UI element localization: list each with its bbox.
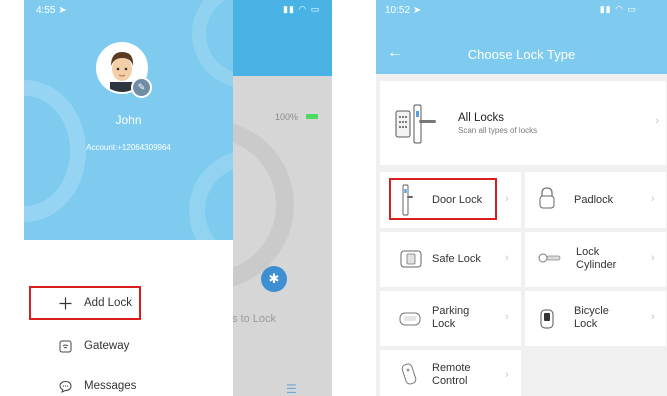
all-locks-card[interactable]: All Locks Scan all types of locks › — [380, 81, 666, 165]
chevron-right-icon: › — [651, 252, 655, 264]
status-icons: ▮▮ ◠ ▭ — [283, 4, 321, 14]
lock-type-label: Lock Cylinder — [576, 246, 617, 271]
lock-type-label: Safe Lock — [432, 253, 481, 265]
bluetooth-icon: ✱ — [261, 266, 287, 292]
menu-item-messages[interactable]: Messages — [58, 375, 218, 396]
remote-control-icon — [401, 363, 417, 385]
lock-type-safe-lock[interactable]: Safe Lock › — [380, 232, 521, 287]
lock-type-remote-control[interactable]: Remote Control › — [380, 350, 521, 396]
lock-type-bicycle-lock[interactable]: Bicycle Lock › — [525, 291, 666, 346]
left-phone-screen: 100% ✱ s to Lock ☰ 4:55 ➤ ✎ John Account… — [24, 0, 332, 396]
location-arrow-icon: ➤ — [412, 5, 422, 16]
status-time: 10:52 ➤ — [385, 5, 422, 16]
gateway-icon — [58, 339, 72, 353]
chevron-right-icon: › — [505, 311, 509, 323]
background-battery-text: 100% — [274, 112, 298, 122]
padlock-icon — [539, 187, 555, 209]
parking-lock-icon — [399, 312, 421, 326]
page-title: Choose Lock Type — [467, 47, 576, 62]
chevron-right-icon: › — [651, 193, 655, 205]
decoration-circle — [189, 150, 233, 240]
lock-type-padlock[interactable]: Padlock › — [525, 172, 666, 228]
all-locks-title: All Locks — [458, 112, 505, 124]
message-icon — [58, 379, 72, 393]
lock-cylinder-icon — [538, 253, 561, 263]
battery-icon — [306, 114, 318, 119]
user-name: John — [115, 113, 142, 127]
menu-item-label: Gateway — [84, 340, 130, 352]
status-icons: ▮▮ ◠ ▭ — [599, 4, 637, 14]
bicycle-lock-icon — [540, 309, 554, 329]
chevron-right-icon: › — [651, 311, 655, 323]
chevron-right-icon: › — [655, 115, 659, 127]
menu-item-label: Messages — [84, 380, 137, 392]
all-locks-subtitle: Scan all types of locks — [458, 126, 538, 135]
chevron-right-icon: › — [505, 193, 509, 205]
location-arrow-icon: ➤ — [58, 5, 67, 16]
lock-type-label: Parking Lock — [432, 305, 470, 330]
chevron-right-icon: › — [505, 369, 509, 381]
lock-type-label: Padlock — [574, 194, 614, 206]
highlight-box-door-lock — [389, 178, 497, 220]
account-number: Account:+12064309964 — [86, 143, 171, 152]
status-time: 4:55 ➤ — [36, 5, 67, 16]
chevron-right-icon: › — [505, 252, 509, 264]
lock-type-parking-lock[interactable]: Parking Lock › — [380, 291, 521, 346]
safe-lock-icon — [400, 250, 422, 268]
decoration-circle — [192, 0, 233, 88]
edit-avatar-icon[interactable]: ✎ — [131, 77, 152, 98]
menu-item-gateway[interactable]: Gateway — [58, 335, 218, 357]
lock-type-label: Remote Control — [432, 362, 471, 387]
lock-type-lock-cylinder[interactable]: Lock Cylinder › — [525, 232, 666, 287]
lock-type-label: Bicycle Lock — [574, 305, 609, 330]
highlight-box-add-lock — [29, 286, 141, 320]
side-drawer: 4:55 ➤ ✎ John Account:+12064309964 Add L… — [24, 0, 233, 396]
records-icon: ☰ — [286, 382, 297, 396]
background-touch-text: s to Lock — [232, 313, 277, 325]
all-locks-icon — [395, 104, 436, 144]
